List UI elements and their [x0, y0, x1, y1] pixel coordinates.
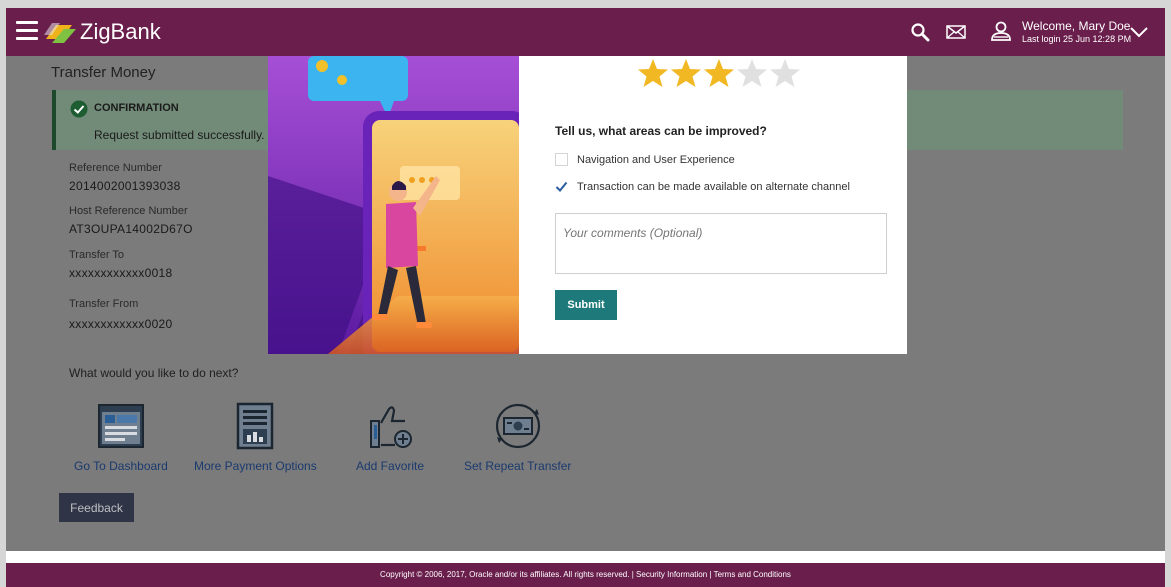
app-frame: ZigBank Welcome, Mary Doe Last login 25 … — [0, 0, 1171, 587]
star-empty-icon[interactable] — [769, 58, 801, 88]
add-favorite-icon — [370, 406, 413, 448]
copyright-text: Copyright © 2006, 2017, Oracle and/or it… — [380, 570, 630, 579]
page-bottom-strip — [6, 551, 1165, 563]
feedback-illustration — [268, 56, 519, 354]
comments-input[interactable] — [555, 213, 887, 274]
confirmation-title: CONFIRMATION — [94, 102, 179, 114]
top-bar: ZigBank Welcome, Mary Doe Last login 25 … — [6, 8, 1165, 56]
host-reference-number-value: AT3OUPA14002D67O — [69, 222, 193, 236]
go-to-dashboard-action[interactable]: Go To Dashboard — [74, 401, 168, 473]
star-rating[interactable] — [637, 58, 801, 88]
set-repeat-transfer-label: Set Repeat Transfer — [464, 459, 572, 473]
option-navigation[interactable]: Navigation and User Experience — [555, 153, 735, 166]
user-icon[interactable] — [990, 20, 1012, 42]
terms-and-conditions-link[interactable]: Terms and Conditions — [714, 570, 791, 579]
feedback-modal: Tell us, what areas can be improved? Nav… — [268, 56, 907, 354]
confirmation-message: Request submitted successfully. — [94, 128, 265, 142]
more-payment-options-action[interactable]: More Payment Options — [194, 401, 317, 473]
welcome-user[interactable]: Welcome, Mary Doe Last login 25 Jun 12:2… — [1022, 19, 1131, 44]
option-alternate-channel[interactable]: Transaction can be made available on alt… — [555, 180, 850, 193]
go-to-dashboard-label: Go To Dashboard — [74, 459, 168, 473]
footer: Copyright © 2006, 2017, Oracle and/or it… — [6, 563, 1165, 587]
set-repeat-transfer-action[interactable]: Set Repeat Transfer — [464, 401, 571, 473]
star-empty-icon[interactable] — [736, 58, 768, 88]
hamburger-menu-icon[interactable] — [16, 21, 38, 41]
page-title: Transfer Money — [51, 64, 156, 81]
reference-number-value: 2014002001393038 — [69, 179, 181, 193]
repeat-transfer-icon — [495, 403, 540, 449]
zigbank-logo-icon — [44, 23, 76, 43]
transfer-from-value: xxxxxxxxxxxx0020 — [69, 317, 173, 331]
transfer-from-label: Transfer From — [69, 298, 139, 310]
payment-options-icon — [237, 402, 274, 450]
add-favorite-label: Add Favorite — [356, 459, 425, 473]
security-information-link[interactable]: Security Information — [636, 570, 707, 579]
check-circle-icon — [70, 100, 88, 118]
submit-button[interactable]: Submit — [555, 290, 617, 320]
add-favorite-action[interactable]: Add Favorite — [356, 401, 424, 473]
welcome-text: Welcome, Mary Doe — [1022, 19, 1131, 33]
reference-number-label: Reference Number — [69, 162, 162, 174]
option-alternate-channel-checkbox[interactable] — [555, 180, 568, 193]
star-filled-icon[interactable] — [703, 58, 735, 88]
search-icon[interactable] — [910, 22, 930, 42]
option-alternate-channel-label: Transaction can be made available on alt… — [577, 180, 850, 193]
checkmark-icon — [555, 181, 568, 192]
improvement-question: Tell us, what areas can be improved? — [555, 124, 767, 138]
chevron-down-icon[interactable] — [1130, 26, 1148, 38]
option-navigation-label: Navigation and User Experience — [577, 153, 735, 166]
more-payment-options-label: More Payment Options — [194, 459, 317, 473]
dashboard-icon — [97, 404, 144, 448]
transfer-to-value: xxxxxxxxxxxx0018 — [69, 266, 173, 280]
brand-logo[interactable]: ZigBank — [42, 17, 161, 47]
host-reference-number-label: Host Reference Number — [69, 205, 188, 217]
star-filled-icon[interactable] — [637, 58, 669, 88]
star-filled-icon[interactable] — [670, 58, 702, 88]
feedback-button[interactable]: Feedback — [59, 493, 134, 522]
brand-name: ZigBank — [80, 19, 161, 44]
last-login-text: Last login 25 Jun 12:28 PM — [1022, 34, 1132, 44]
transfer-to-label: Transfer To — [69, 249, 125, 261]
next-steps-question: What would you like to do next? — [69, 366, 239, 380]
mail-icon[interactable] — [946, 24, 966, 40]
option-navigation-checkbox[interactable] — [555, 153, 568, 166]
